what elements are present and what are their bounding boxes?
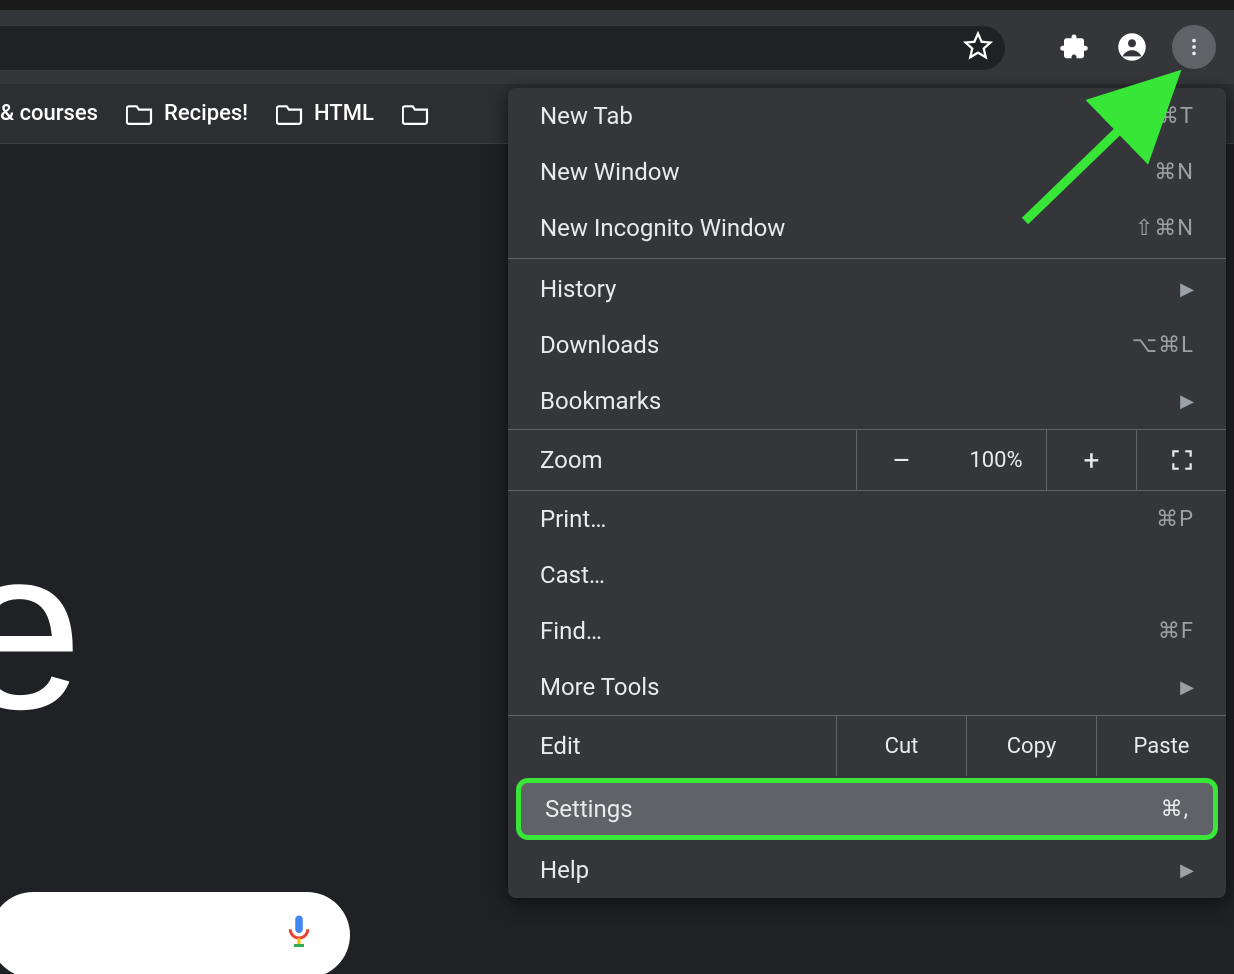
menu-label: Help [540, 856, 589, 884]
menu-item-print[interactable]: Print… ⌘P [508, 491, 1226, 547]
submenu-arrow-icon: ▶ [1180, 391, 1194, 412]
edit-copy-button[interactable]: Copy [966, 716, 1096, 776]
bookmark-item[interactable]: Recipes! [126, 101, 248, 126]
submenu-arrow-icon: ▶ [1180, 860, 1194, 881]
bookmark-label: & courses [0, 101, 98, 126]
google-logo-fragment: e [0, 514, 83, 744]
menu-label: New Incognito Window [540, 214, 785, 242]
menu-item-new-window[interactable]: New Window ⌘N [508, 144, 1226, 200]
bookmark-item[interactable]: & courses [0, 101, 98, 126]
menu-shortcut: ⌘T [1157, 104, 1194, 129]
chrome-main-menu: New Tab ⌘T New Window ⌘N New Incognito W… [508, 88, 1226, 898]
menu-item-new-incognito[interactable]: New Incognito Window ⇧⌘N [508, 200, 1226, 256]
fullscreen-button[interactable] [1136, 430, 1226, 490]
menu-shortcut: ⇧⌘N [1135, 216, 1194, 241]
edit-cut-button[interactable]: Cut [836, 716, 966, 776]
menu-label: History [540, 275, 616, 303]
omnibox[interactable] [0, 26, 1005, 70]
voice-search-icon[interactable] [284, 914, 314, 956]
bookmark-item[interactable] [402, 103, 440, 125]
menu-shortcut: ⌘, [1161, 797, 1189, 822]
kebab-menu-icon[interactable] [1172, 25, 1216, 69]
menu-shortcut: ⌘N [1154, 160, 1194, 185]
menu-label: Cast… [540, 561, 605, 589]
menu-item-history[interactable]: History ▶ [508, 261, 1226, 317]
folder-icon [402, 103, 430, 125]
submenu-arrow-icon: ▶ [1180, 279, 1194, 300]
menu-label: More Tools [540, 673, 660, 701]
fullscreen-icon [1169, 447, 1195, 473]
menu-item-more-tools[interactable]: More Tools ▶ [508, 659, 1226, 715]
menu-item-bookmarks[interactable]: Bookmarks ▶ [508, 373, 1226, 429]
menu-shortcut: ⌘P [1156, 507, 1194, 532]
folder-icon [276, 103, 304, 125]
menu-item-zoom: Zoom – 100% + [508, 429, 1226, 491]
profile-icon[interactable] [1114, 29, 1150, 65]
menu-item-new-tab[interactable]: New Tab ⌘T [508, 88, 1226, 144]
menu-label: Settings [545, 795, 633, 823]
zoom-out-button[interactable]: – [856, 430, 946, 490]
menu-label: New Window [540, 158, 679, 186]
bookmark-star-icon[interactable] [960, 28, 996, 64]
menu-shortcut: ⌘F [1158, 619, 1194, 644]
menu-shortcut: ⌥⌘L [1132, 333, 1194, 358]
submenu-arrow-icon: ▶ [1180, 677, 1194, 698]
menu-item-find[interactable]: Find… ⌘F [508, 603, 1226, 659]
menu-item-edit: Edit Cut Copy Paste [508, 715, 1226, 776]
menu-item-downloads[interactable]: Downloads ⌥⌘L [508, 317, 1226, 373]
edit-paste-button[interactable]: Paste [1096, 716, 1226, 776]
menu-label: Edit [508, 716, 836, 776]
menu-label: Find… [540, 617, 602, 645]
menu-label: Bookmarks [540, 387, 661, 415]
bookmark-label: Recipes! [164, 101, 248, 126]
menu-label: New Tab [540, 102, 633, 130]
bookmark-label: HTML [314, 101, 374, 126]
search-box[interactable] [0, 892, 350, 974]
browser-toolbar [0, 10, 1234, 84]
bookmark-item[interactable]: HTML [276, 101, 374, 126]
menu-divider [508, 258, 1226, 259]
zoom-in-button[interactable]: + [1046, 430, 1136, 490]
tab-strip [0, 0, 1234, 10]
zoom-value: 100% [946, 430, 1046, 490]
menu-item-settings[interactable]: Settings ⌘, [516, 778, 1218, 840]
folder-icon [126, 103, 154, 125]
menu-label: Zoom [508, 430, 856, 490]
menu-item-help[interactable]: Help ▶ [508, 842, 1226, 898]
menu-label: Downloads [540, 331, 659, 359]
menu-label: Print… [540, 505, 606, 533]
menu-item-cast[interactable]: Cast… [508, 547, 1226, 603]
extensions-icon[interactable] [1056, 29, 1092, 65]
